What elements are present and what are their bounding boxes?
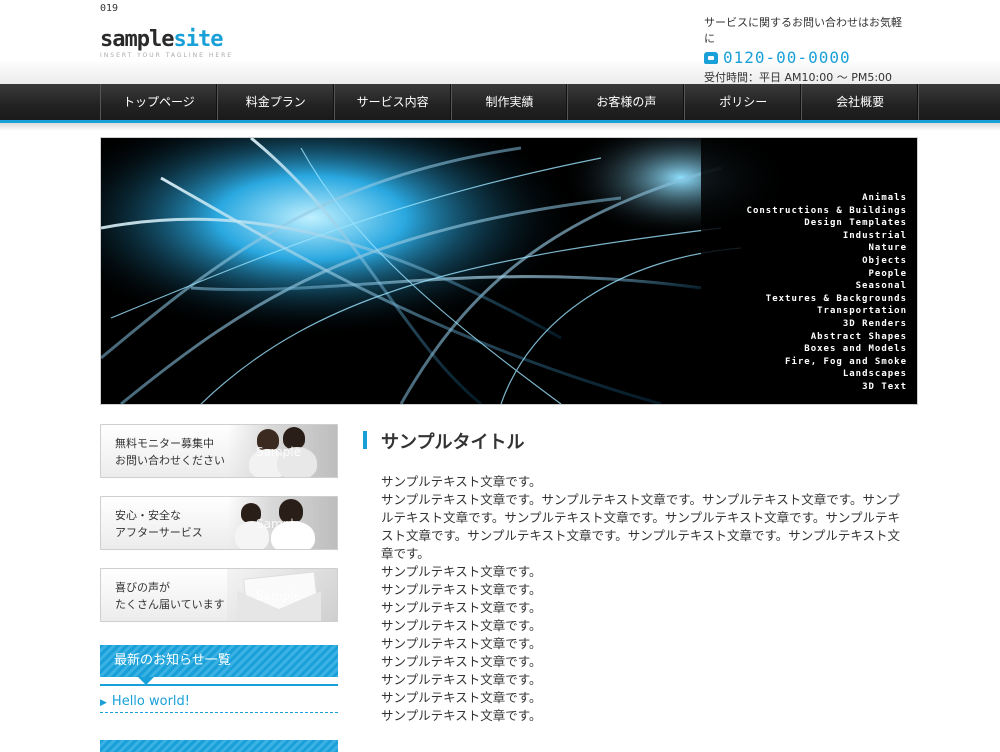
paragraph: サンプルテキスト文章です。 xyxy=(381,582,542,597)
global-nav: トップページ 料金プラン サービス内容 制作実績 お客様の声 ポリシー 会社概要 xyxy=(0,84,1000,123)
banner-after-service[interactable]: 安心・安全な アフターサービス Sample xyxy=(100,496,338,550)
content-body: サンプルテキスト文章です。 サンプルテキスト文章です。サンプルテキスト文章です。… xyxy=(381,473,909,725)
logo-part-1: sample xyxy=(100,27,174,52)
news-item[interactable]: ▶ Hello world! xyxy=(100,694,338,713)
hero-category: Animals xyxy=(862,193,907,203)
nav-item-voices[interactable]: お客様の声 xyxy=(568,84,686,120)
paragraph: サンプルテキスト文章です。 xyxy=(381,618,542,633)
paragraph: サンプルテキスト文章です。 xyxy=(381,672,542,687)
banner-line: 無料モニター募集中 xyxy=(115,437,214,450)
paragraph: サンプルテキスト文章です。サンプルテキスト文章です。サンプルテキスト文章です。サ… xyxy=(381,492,901,561)
hero-category: 3D Text xyxy=(862,381,907,392)
banner-line: お問い合わせください xyxy=(115,454,225,467)
sample-watermark: Sample xyxy=(256,445,301,459)
banner-line: 喜びの声が xyxy=(115,581,170,594)
news-heading: 最新のお知らせ一覧 xyxy=(100,645,338,685)
logo-wordmark: samplesite xyxy=(100,27,233,52)
banner-voices[interactable]: 喜びの声が たくさん届いています Sample xyxy=(100,568,338,622)
hero-category: Transportation xyxy=(817,306,907,317)
paragraph: サンプルテキスト文章です。 xyxy=(381,654,542,669)
contact-note: サービスに関するお問い合わせはお気軽に xyxy=(704,16,902,45)
hero-category: Constructions & Buildings xyxy=(746,205,907,216)
hero-category: Seasonal xyxy=(855,281,907,292)
paragraph: サンプルテキスト文章です。 xyxy=(381,690,542,705)
hero-category: Objects xyxy=(862,255,907,266)
nav-item-policy[interactable]: ポリシー xyxy=(685,84,803,120)
phone-icon xyxy=(704,51,718,64)
banner-text: 安心・安全な アフターサービス xyxy=(115,507,203,541)
banner-monitor[interactable]: 無料モニター募集中 お問い合わせください Sample xyxy=(100,424,338,478)
nav-item-works[interactable]: 制作実績 xyxy=(452,84,569,120)
title-accent-bar xyxy=(363,431,367,449)
banner-line: アフターサービス xyxy=(115,526,203,539)
contact-info: サービスに関するお問い合わせはお気軽に 0120-00-0000 受付時間：平日… xyxy=(704,14,904,85)
hero-banner: Animals Constructions & Buildings Design… xyxy=(100,137,918,405)
paragraph: サンプルテキスト文章です。 xyxy=(381,600,542,615)
hero-category: Abstract Shapes xyxy=(810,331,907,342)
hero-category: Landscapes xyxy=(842,369,907,380)
news-item-label: Hello world! xyxy=(111,694,191,709)
paragraph: サンプルテキスト文章です。 xyxy=(381,636,542,651)
nav-menu: トップページ 料金プラン サービス内容 制作実績 お客様の声 ポリシー 会社概要 xyxy=(100,84,920,120)
hero-category: Boxes and Models xyxy=(804,344,907,355)
site-tagline: INSERT YOUR TAGLINE HERE xyxy=(100,52,234,59)
hero-category: Industrial xyxy=(842,230,907,241)
banner-text: 無料モニター募集中 お問い合わせください xyxy=(115,435,225,469)
paragraph: サンプルテキスト文章です。 xyxy=(381,564,542,579)
phone-number: 0120-00-0000 xyxy=(723,48,851,67)
banner-line: たくさん届いています xyxy=(115,598,225,611)
hero-category-list: Animals Constructions & Buildings Design… xyxy=(747,192,907,394)
nav-item-top[interactable]: トップページ xyxy=(101,84,218,120)
news-divider xyxy=(100,684,338,686)
nav-item-company[interactable]: 会社概要 xyxy=(802,84,920,120)
paragraph: サンプルテキスト文章です。 xyxy=(381,474,542,489)
hero-category: Nature xyxy=(868,243,907,254)
hero-category: Textures & Backgrounds xyxy=(765,293,907,304)
nav-item-pricing[interactable]: 料金プラン xyxy=(218,84,335,120)
site-header: 019 samplesite INSERT YOUR TAGLINE HERE … xyxy=(0,0,1000,84)
hero-category: Fire, Fog and Smoke xyxy=(785,356,907,367)
banner-line: 安心・安全な xyxy=(115,509,181,522)
logo-part-2: site xyxy=(173,27,223,52)
site-id: 019 xyxy=(100,3,119,14)
page-title: サンプルタイトル xyxy=(381,432,525,453)
banner-text: 喜びの声が たくさん届いています xyxy=(115,579,225,613)
hero-category: 3D Renders xyxy=(842,318,907,329)
nav-shadow xyxy=(0,123,1000,131)
hero-category: People xyxy=(868,268,907,279)
nav-item-services[interactable]: サービス内容 xyxy=(335,84,452,120)
triangle-right-icon: ▶ xyxy=(100,698,107,708)
paragraph: サンプルテキスト文章です。 xyxy=(381,708,542,723)
contact-hours: 受付時間：平日 AM10:00 ～ PM5:00 xyxy=(704,71,893,84)
sidebar-next-heading xyxy=(100,740,338,752)
sample-watermark: Sample xyxy=(256,589,301,603)
hero-category: Design Templates xyxy=(804,218,907,229)
contact-phone: 0120-00-0000 xyxy=(704,48,904,67)
sample-watermark: Sample xyxy=(256,517,301,531)
news-heading-label: 最新のお知らせ一覧 xyxy=(114,653,231,668)
site-logo[interactable]: samplesite INSERT YOUR TAGLINE HERE xyxy=(100,27,234,60)
